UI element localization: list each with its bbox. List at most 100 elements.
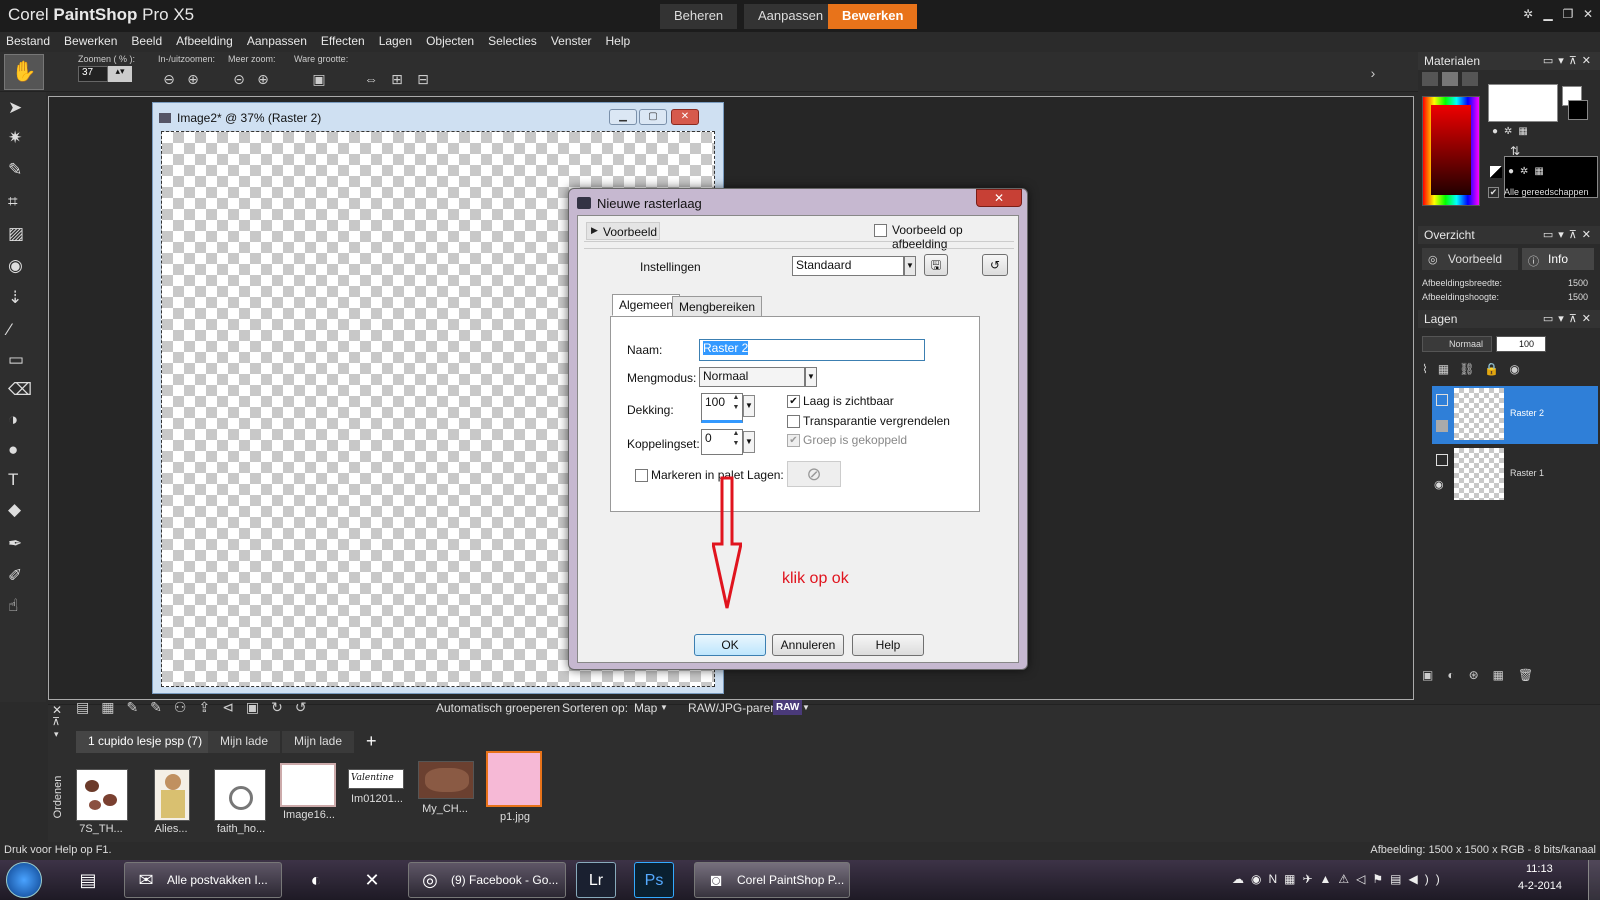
- chevron-down-icon[interactable]: ▼: [904, 256, 916, 276]
- chevron-down-icon[interactable]: ▼: [802, 703, 810, 712]
- photoshop-icon[interactable]: Ps: [634, 862, 674, 898]
- color-field[interactable]: [1431, 105, 1471, 195]
- tab-beheren[interactable]: Beheren: [660, 4, 738, 29]
- fit-screen-icon[interactable]: ⊟: [414, 70, 432, 88]
- opacity-dropdown-icon[interactable]: ▼: [743, 395, 755, 417]
- show-desktop-button[interactable]: [1588, 860, 1600, 900]
- blend-mode-select[interactable]: Normaal: [699, 367, 805, 387]
- paint-brush-icon[interactable]: ⁄: [4, 316, 42, 344]
- menu-aanpassen[interactable]: Aanpassen: [241, 32, 315, 52]
- start-button[interactable]: [6, 862, 42, 898]
- save-preset-button[interactable]: 🖫: [924, 254, 948, 276]
- help-button[interactable]: Help: [852, 634, 924, 656]
- zoom-in-icon[interactable]: ⊕: [184, 70, 202, 88]
- tab-bewerken[interactable]: Bewerken: [828, 4, 918, 29]
- menu-bewerken[interactable]: Bewerken: [58, 32, 125, 52]
- text-tool-icon[interactable]: T: [4, 466, 42, 494]
- raw-badge[interactable]: RAW: [773, 700, 803, 715]
- layers-bottom-icons[interactable]: ▣◐⊛▦🗑: [1422, 668, 1596, 686]
- reset-preset-button[interactable]: ↺: [982, 254, 1008, 276]
- crop-icon[interactable]: ⌗: [4, 188, 42, 216]
- image-close-button[interactable]: ✕: [671, 109, 699, 125]
- corel-app-icon[interactable]: ◐: [294, 862, 338, 898]
- chevron-down-icon[interactable]: ▼: [660, 703, 668, 712]
- smudge-icon[interactable]: ☝: [4, 592, 42, 620]
- foreground-swatch[interactable]: [1488, 84, 1558, 122]
- menu-effecten[interactable]: Effecten: [315, 32, 373, 52]
- zoom-out-icon[interactable]: ⊖: [160, 70, 178, 88]
- thumbnail-valentine[interactable]: Valentine: [348, 769, 404, 789]
- organize-side-tab[interactable]: Ordenen: [48, 761, 66, 839]
- zoom-minus-icon[interactable]: ⊝: [230, 70, 248, 88]
- red-eye-icon[interactable]: ◉: [4, 252, 42, 280]
- background-small-swatch[interactable]: [1568, 100, 1588, 120]
- magic-wand-icon[interactable]: ✷: [4, 124, 42, 152]
- dialog-close-button[interactable]: ✕: [976, 189, 1022, 207]
- warp-brush-icon[interactable]: ✐: [4, 562, 42, 590]
- color-picker[interactable]: [1422, 96, 1480, 206]
- menu-help[interactable]: Help: [600, 32, 639, 52]
- frame-tab-icon[interactable]: [1422, 72, 1438, 86]
- tab-algemeen[interactable]: Algemeen: [612, 294, 681, 316]
- organizer-tool-icons[interactable]: ▤▦✎✎⚇⇪⊲▣↻↺: [76, 699, 376, 721]
- menu-selecties[interactable]: Selecties: [482, 32, 545, 52]
- tab-my-tray-1[interactable]: Mijn lade: [208, 731, 281, 753]
- flood-fill-icon[interactable]: ◑: [4, 406, 42, 434]
- image-tool-icon[interactable]: ▭: [4, 346, 42, 374]
- toolbar-expand-icon[interactable]: ›: [1364, 64, 1382, 82]
- lightroom-icon[interactable]: Lr: [576, 862, 616, 898]
- menu-beeld[interactable]: Beeld: [125, 32, 170, 52]
- highlight-layers-checkbox[interactable]: [635, 469, 648, 482]
- all-tools-checkbox[interactable]: ✔: [1488, 187, 1499, 198]
- minimize-icon[interactable]: ▁: [1540, 7, 1556, 23]
- bg-style-icons[interactable]: ●✲▦: [1508, 166, 1594, 178]
- preview-toggle[interactable]: ▶ Voorbeeld: [586, 222, 660, 240]
- image-maximize-button[interactable]: ▢: [639, 109, 667, 125]
- menu-bestand[interactable]: Bestand: [0, 32, 58, 52]
- layer-row-raster-2[interactable]: Raster 2: [1432, 386, 1598, 444]
- menu-afbeelding[interactable]: Afbeelding: [170, 32, 241, 52]
- thumbnail-necklace[interactable]: [214, 769, 266, 821]
- pin-icon[interactable]: ⊼: [52, 715, 60, 728]
- zoom-plus-icon[interactable]: ⊕: [254, 70, 272, 88]
- tab-my-tray-2[interactable]: Mijn lade: [282, 731, 355, 753]
- opacity-stepper[interactable]: ▲ ▼: [729, 393, 743, 415]
- xara-app-icon[interactable]: ✕: [350, 862, 394, 898]
- tab-cupido-folder[interactable]: 1 cupido lesje psp (7): [76, 731, 215, 753]
- zoom-stepper[interactable]: ▴▾: [108, 66, 132, 82]
- lighten-icon[interactable]: ●: [4, 436, 42, 464]
- system-tray-icons[interactable]: ☁◉N▦✈▲⚠◁⚑▤◀)): [1232, 872, 1447, 886]
- tab-aanpassen[interactable]: Aanpassen: [744, 4, 838, 29]
- tab-mengbereiken[interactable]: Mengbereiken: [672, 296, 763, 318]
- collapse-icon[interactable]: ▾: [54, 729, 59, 740]
- menu-venster[interactable]: Venster: [545, 32, 600, 52]
- style-icons[interactable]: ●✲▦: [1492, 126, 1558, 138]
- clone-icon[interactable]: ⇣: [4, 284, 42, 312]
- lock-transparency-checkbox[interactable]: [787, 415, 800, 428]
- settings-select[interactable]: Standaard: [792, 256, 904, 276]
- preview-on-image-checkbox[interactable]: [874, 224, 887, 237]
- auto-group-button[interactable]: Automatisch groeperen: [436, 701, 560, 715]
- reset-colors-icon[interactable]: [1490, 166, 1502, 178]
- swatches-tab-icon[interactable]: [1462, 72, 1478, 86]
- layer-visible-checkbox[interactable]: ✔: [787, 395, 800, 408]
- zoom-input[interactable]: 37: [78, 66, 108, 82]
- ok-button[interactable]: OK: [694, 634, 766, 656]
- layer-link-icon[interactable]: [1436, 394, 1448, 406]
- restore-icon[interactable]: ❐: [1560, 7, 1576, 23]
- shape-tool-icon[interactable]: ◆: [4, 496, 42, 524]
- no-color-swatch-icon[interactable]: ⊘: [787, 461, 841, 487]
- eye-icon[interactable]: ◉: [1434, 478, 1444, 491]
- name-input[interactable]: Raster 2: [699, 339, 925, 361]
- fit-image-icon[interactable]: ⊞: [388, 70, 406, 88]
- layer-link-icon[interactable]: [1436, 454, 1448, 466]
- add-tab-button[interactable]: +: [366, 731, 377, 752]
- layers-opacity-input[interactable]: 100: [1496, 336, 1546, 352]
- settings-icon[interactable]: ✲: [1520, 7, 1536, 23]
- pen-tool-icon[interactable]: ✒: [4, 530, 42, 558]
- actual-size-icon[interactable]: ▣: [310, 70, 328, 88]
- menu-lagen[interactable]: Lagen: [373, 32, 420, 52]
- sort-select[interactable]: Map: [634, 701, 657, 715]
- pick-tool-icon[interactable]: ➤: [4, 94, 42, 122]
- linkset-dropdown-icon[interactable]: ▼: [743, 431, 755, 453]
